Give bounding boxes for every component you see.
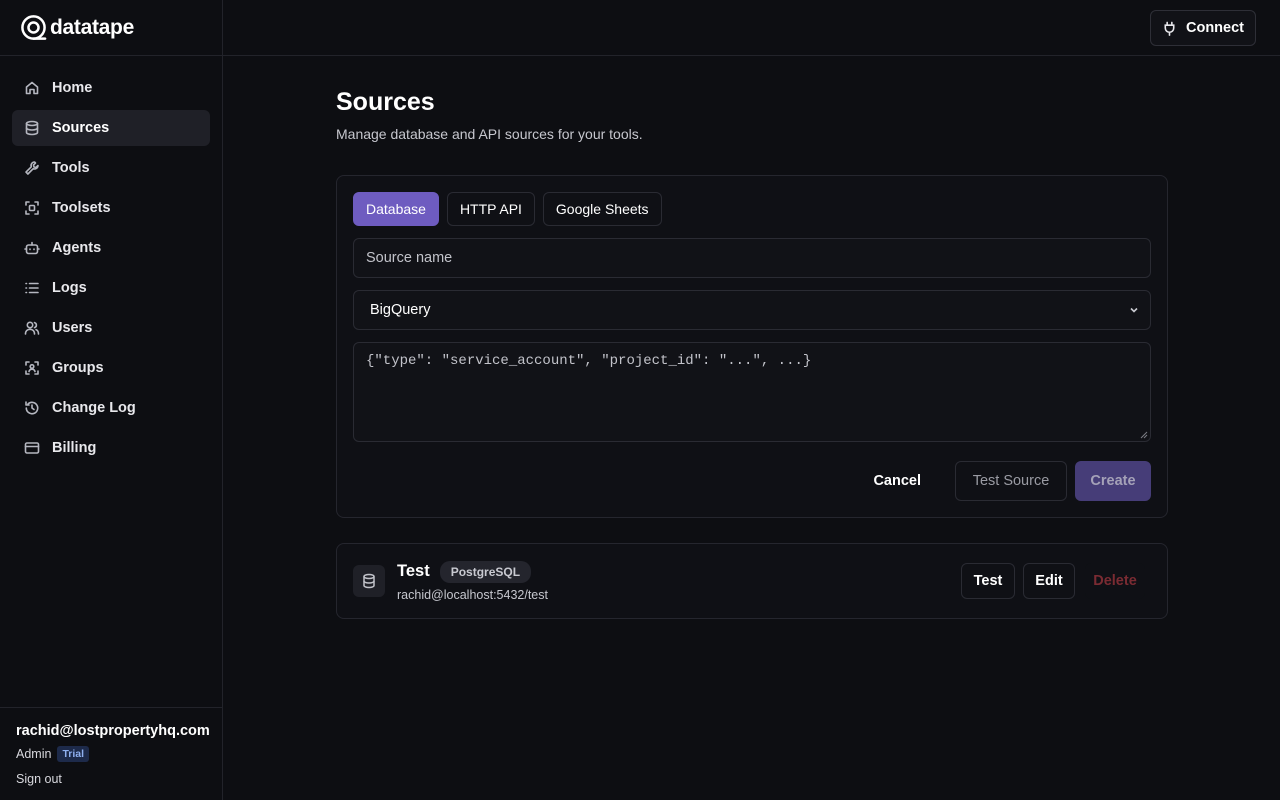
sidebar-item-logs[interactable]: Logs	[12, 270, 210, 306]
account-panel: rachid@lostpropertyhq.com Admin Trial Si…	[0, 707, 222, 800]
group-icon	[24, 360, 40, 376]
brand[interactable]: datatape	[0, 0, 222, 56]
source-type-tabs: Database HTTP API Google Sheets	[353, 192, 1151, 226]
test-button[interactable]: Test	[961, 563, 1015, 599]
sidebar-item-label: Logs	[52, 280, 87, 296]
sidebar-item-label: Tools	[52, 160, 90, 176]
home-icon	[24, 80, 40, 96]
sidebar-item-label: Change Log	[52, 400, 136, 416]
sidebar: datatape Home Sources Tools Toolsets Age…	[0, 0, 223, 800]
database-icon	[24, 120, 40, 136]
new-source-form: Database HTTP API Google Sheets BigQuery…	[336, 175, 1168, 518]
source-info: Test PostgreSQL rachid@localhost:5432/te…	[397, 560, 953, 602]
users-icon	[24, 320, 40, 336]
sidebar-item-label: Home	[52, 80, 93, 96]
source-name-input[interactable]	[366, 250, 1138, 266]
source-name: Test	[397, 562, 430, 580]
wrench-icon	[24, 160, 40, 176]
sidebar-nav: Home Sources Tools Toolsets Agents Logs …	[0, 56, 222, 466]
page-title: Sources	[336, 88, 435, 116]
brand-name: datatape	[50, 15, 134, 39]
top-bar: Connect	[223, 0, 1280, 56]
credentials-placeholder: {"type": "service_account", "project_id"…	[366, 353, 812, 369]
list-icon	[24, 280, 40, 296]
main-content: Sources Manage database and API sources …	[336, 88, 1168, 619]
sidebar-item-label: Toolsets	[52, 200, 111, 216]
test-source-button[interactable]: Test Source	[955, 461, 1067, 501]
source-list-item: Test PostgreSQL rachid@localhost:5432/te…	[336, 543, 1168, 619]
database-type-select[interactable]: BigQuery	[353, 290, 1151, 330]
form-actions: Cancel Test Source Create	[353, 461, 1151, 501]
edit-button[interactable]: Edit	[1023, 563, 1075, 599]
plan-badge: Trial	[57, 746, 90, 762]
sidebar-item-change-log[interactable]: Change Log	[12, 390, 210, 426]
sidebar-item-label: Agents	[52, 240, 102, 256]
sidebar-item-home[interactable]: Home	[12, 70, 210, 106]
bot-icon	[24, 240, 40, 256]
source-title-row: Test PostgreSQL	[397, 560, 953, 583]
history-icon	[24, 400, 40, 416]
credit-card-icon	[24, 440, 40, 456]
plug-icon	[1164, 21, 1175, 36]
sidebar-item-users[interactable]: Users	[12, 310, 210, 346]
tab-http-api[interactable]: HTTP API	[446, 192, 535, 226]
page-subtitle: Manage database and API sources for your…	[336, 126, 643, 142]
tab-database[interactable]: Database	[353, 192, 439, 226]
sidebar-item-toolsets[interactable]: Toolsets	[12, 190, 210, 226]
source-connection-string: rachid@localhost:5432/test	[397, 587, 548, 602]
sidebar-item-label: Sources	[52, 120, 110, 136]
chevron-down-icon	[1130, 307, 1138, 313]
delete-button[interactable]: Delete	[1085, 563, 1145, 599]
role-row: Admin Trial	[16, 746, 206, 762]
sidebar-item-tools[interactable]: Tools	[12, 150, 210, 186]
database-type-value: BigQuery	[370, 302, 431, 318]
sidebar-item-label: Groups	[52, 360, 104, 376]
create-button[interactable]: Create	[1075, 461, 1151, 501]
tab-google-sheets[interactable]: Google Sheets	[542, 192, 662, 226]
sidebar-item-groups[interactable]: Groups	[12, 350, 210, 386]
sidebar-item-label: Billing	[52, 440, 97, 456]
sidebar-item-sources[interactable]: Sources	[12, 110, 210, 146]
resize-handle-icon[interactable]	[1139, 430, 1148, 439]
source-type-badge: PostgreSQL	[439, 560, 532, 583]
sidebar-item-label: Users	[52, 320, 93, 336]
credentials-textarea[interactable]: {"type": "service_account", "project_id"…	[353, 342, 1151, 442]
toolset-icon	[24, 200, 40, 216]
user-role: Admin	[16, 747, 52, 761]
sidebar-item-agents[interactable]: Agents	[12, 230, 210, 266]
database-icon	[363, 573, 375, 589]
sidebar-item-billing[interactable]: Billing	[12, 430, 210, 466]
source-db-tile	[353, 565, 385, 597]
connect-label: Connect	[1186, 20, 1244, 36]
datatape-logo-icon	[21, 15, 47, 40]
source-name-field	[353, 238, 1151, 278]
user-email: rachid@lostpropertyhq.com	[16, 723, 210, 739]
cancel-button[interactable]: Cancel	[861, 461, 933, 501]
connect-button[interactable]: Connect	[1150, 10, 1256, 46]
sign-out-link[interactable]: Sign out	[16, 772, 62, 786]
